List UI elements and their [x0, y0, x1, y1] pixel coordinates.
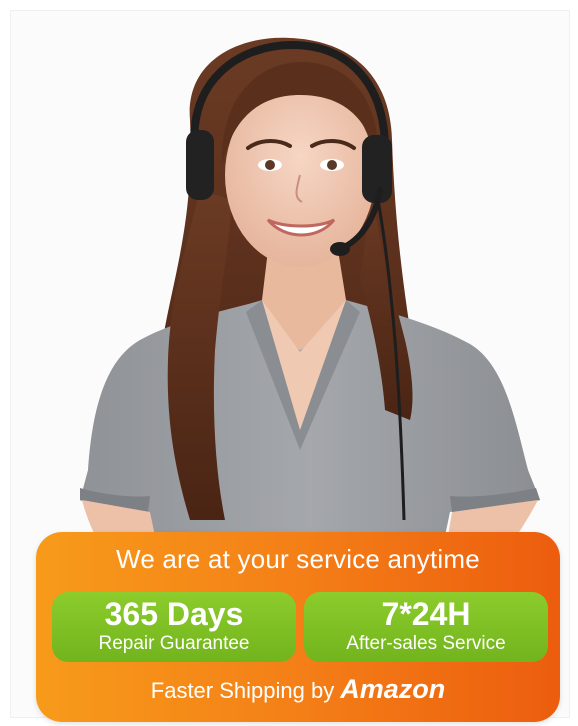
badge-days-value: 365 Days — [104, 596, 244, 632]
service-panel: We are at your service anytime 365 Days … — [36, 532, 560, 722]
repair-guarantee-badge: 365 Days Repair Guarantee — [52, 592, 296, 662]
shipping-text: Faster Shipping by — [150, 678, 335, 703]
badge-days-caption: Repair Guarantee — [98, 633, 250, 654]
amazon-logo-text: Amazon — [340, 674, 446, 704]
badge-hours-value: 7*24H — [381, 596, 471, 632]
badge-hours-caption: After-sales Service — [346, 633, 506, 654]
service-headline: We are at your service anytime — [116, 544, 480, 574]
after-sales-badge: 7*24H After-sales Service — [304, 592, 548, 662]
customer-service-agent-illustration — [80, 37, 540, 560]
shipping-line: Faster Shipping by Amazon — [36, 674, 560, 705]
